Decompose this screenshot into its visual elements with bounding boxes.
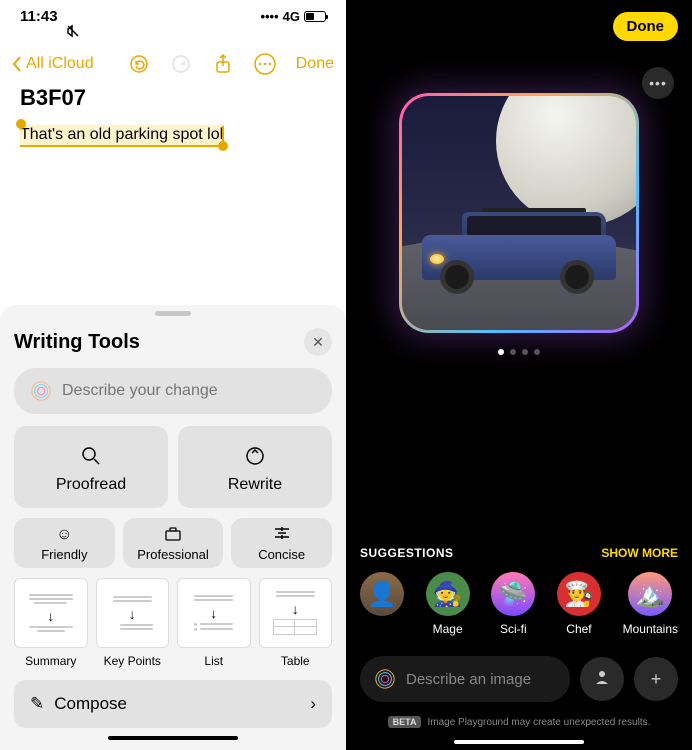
close-icon: ✕ [312, 334, 324, 351]
done-button[interactable]: Done [296, 55, 334, 73]
plus-icon: + [651, 669, 662, 690]
suggestion-person[interactable]: 👤 [360, 572, 404, 636]
signal-icon: •••• [260, 9, 278, 24]
status-bar: 11:43 •••• 4G [0, 0, 346, 25]
describe-field[interactable] [62, 382, 316, 400]
beta-badge: BETA [388, 716, 422, 728]
show-more-button[interactable]: SHOW MORE [601, 546, 678, 560]
sheet-grabber[interactable] [155, 311, 191, 316]
nav-bar: All iCloud Done [0, 43, 346, 85]
network-label: 4G [283, 9, 300, 24]
describe-input[interactable] [14, 368, 332, 414]
battery-icon [304, 11, 326, 22]
generated-image[interactable] [399, 93, 639, 333]
chevron-left-icon [12, 56, 22, 72]
redo-button[interactable] [170, 53, 192, 75]
avatar-icon: 👤 [360, 572, 404, 616]
table-button[interactable]: ↓ Table [259, 578, 333, 668]
mountain-icon: 🏔️ [628, 572, 672, 616]
done-button[interactable]: Done [613, 12, 679, 41]
suggestion-mage[interactable]: 🧙 Mage [426, 572, 470, 636]
selection-handle-end[interactable] [218, 141, 228, 151]
home-indicator[interactable] [454, 740, 584, 744]
professional-button[interactable]: Professional [123, 518, 224, 568]
suggestion-mountains[interactable]: 🏔️ Mountains [623, 572, 678, 636]
ufo-icon: 🛸 [491, 572, 535, 616]
note-title: B3F07 [20, 85, 326, 111]
home-indicator[interactable] [108, 736, 238, 740]
footer-note: BETA Image Playground may create unexpec… [346, 716, 692, 736]
undo-button[interactable] [128, 53, 150, 75]
selection-handle-start[interactable] [16, 119, 26, 129]
down-arrow-icon: ↓ [47, 608, 54, 624]
down-arrow-icon: ↓ [129, 606, 136, 622]
image-preview-area: ••• [346, 53, 692, 365]
status-right: •••• 4G [260, 9, 326, 24]
rewrite-button[interactable]: Rewrite [178, 426, 332, 508]
describe-image-input[interactable]: Describe an image [360, 656, 570, 702]
suggestion-chef[interactable]: 👨‍🍳 Chef [557, 572, 601, 636]
back-label: All iCloud [26, 55, 94, 73]
writing-tools-sheet: Writing Tools ✕ Proofread Rewrite ☺Frien… [0, 305, 346, 750]
close-button[interactable]: ✕ [304, 328, 332, 356]
selected-text[interactable]: That's an old parking spot lol [20, 125, 224, 147]
silent-icon [66, 24, 80, 38]
more-button[interactable]: ••• [642, 67, 674, 99]
down-arrow-icon: ↓ [292, 601, 299, 617]
concise-button[interactable]: Concise [231, 518, 332, 568]
chevron-right-icon: › [310, 694, 316, 714]
proofread-button[interactable]: Proofread [14, 426, 168, 508]
magnifier-icon [80, 444, 102, 468]
suggestions-title: SUGGESTIONS [360, 546, 454, 560]
note-content[interactable]: B3F07 That's an old parking spot lol [0, 85, 346, 157]
person-icon [594, 669, 610, 690]
notes-app: 11:43 •••• 4G All iCloud Done B3F07 That… [0, 0, 346, 750]
back-button[interactable]: All iCloud [12, 55, 94, 73]
briefcase-icon [164, 526, 182, 544]
person-button[interactable] [580, 657, 624, 701]
image-playground: Done ••• SUGGESTIONS [346, 0, 692, 750]
moon-graphic [496, 96, 636, 226]
friendly-button[interactable]: ☺Friendly [14, 518, 115, 568]
more-button[interactable] [254, 53, 276, 75]
summary-button[interactable]: ↓ Summary [14, 578, 88, 668]
page-indicator[interactable] [498, 349, 540, 355]
suggestion-scifi[interactable]: 🛸 Sci-fi [491, 572, 535, 636]
sparkle-icon [374, 668, 396, 690]
chef-icon: 👨‍🍳 [557, 572, 601, 616]
sparkle-icon [30, 380, 52, 402]
suggestions-section: SUGGESTIONS SHOW MORE 👤 🧙 Mage 🛸 Sci-fi … [346, 528, 692, 642]
add-button[interactable]: + [634, 657, 678, 701]
status-time: 11:43 [20, 8, 58, 25]
mage-icon: 🧙 [426, 572, 470, 616]
sheet-title: Writing Tools [14, 331, 140, 354]
list-button[interactable]: ↓ List [177, 578, 251, 668]
ellipsis-icon: ••• [649, 75, 667, 91]
keypoints-button[interactable]: ↓ Key Points [96, 578, 170, 668]
smile-icon: ☺ [56, 526, 72, 544]
share-button[interactable] [212, 53, 234, 75]
down-arrow-icon: ↓ [210, 605, 217, 621]
compose-button[interactable]: ✎Compose › [14, 680, 332, 728]
car-graphic [422, 212, 616, 302]
rewrite-icon [244, 444, 266, 468]
concise-icon [273, 526, 291, 544]
pencil-icon: ✎ [30, 694, 44, 714]
